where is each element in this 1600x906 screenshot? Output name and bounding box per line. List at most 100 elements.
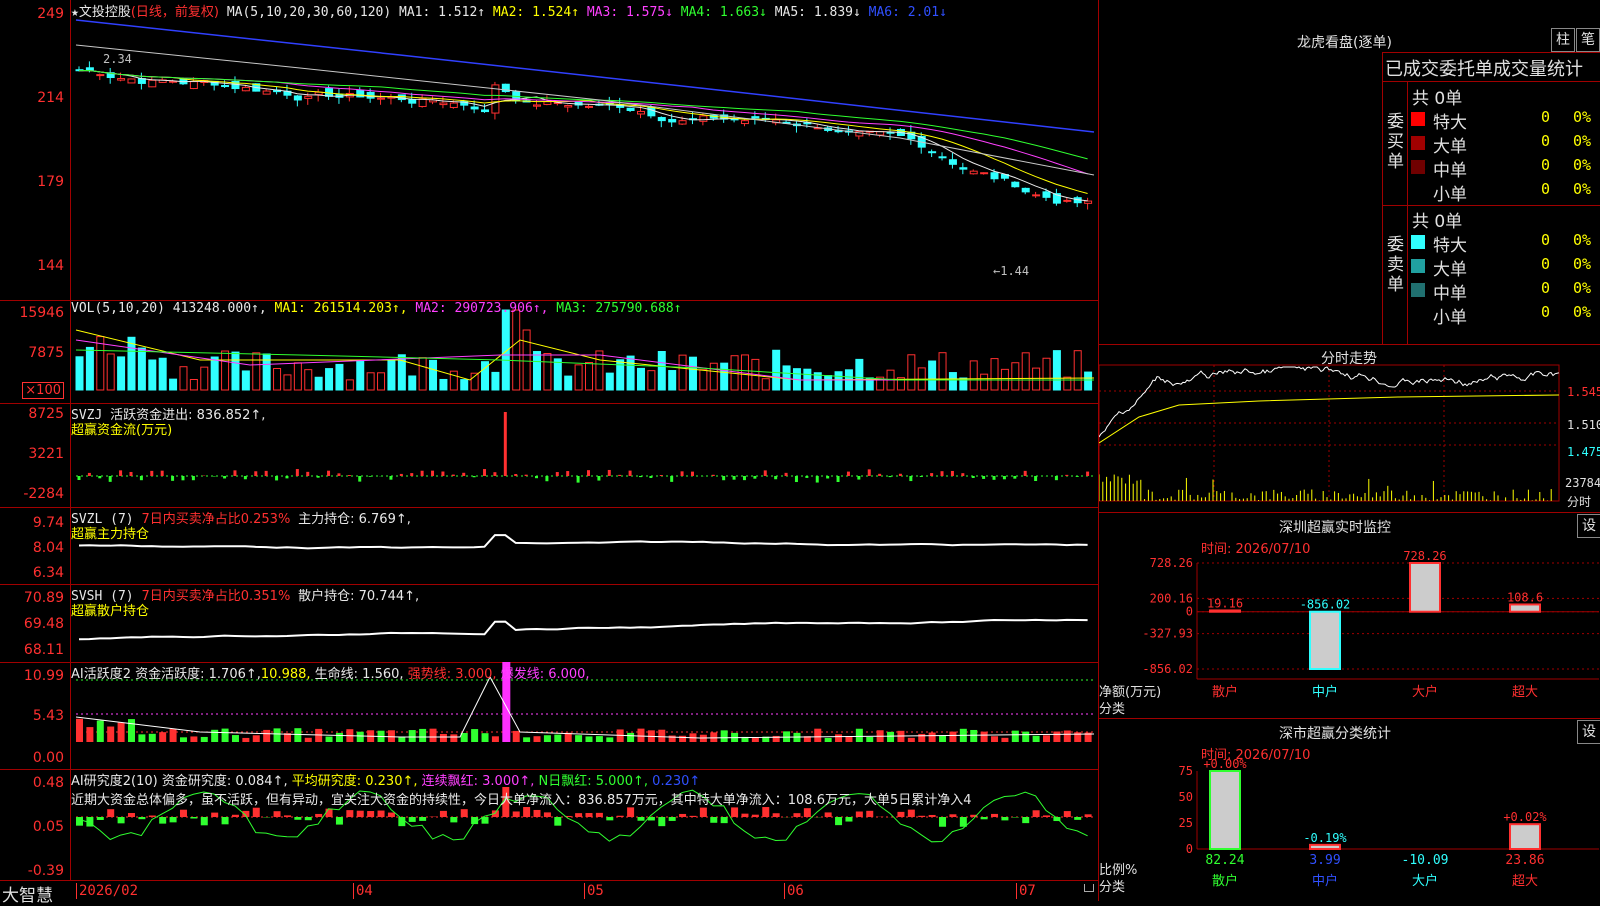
sell-section: 委卖单 共 0单 特大00%大单00%中单00%小单00% [1383,205,1600,345]
research-bar [97,817,104,820]
fenshi-panel[interactable]: 分时走势 1.545 1.510 1.475 23784 分时 [1098,344,1600,513]
research-bar [689,816,696,817]
active-bar [1012,731,1019,742]
longhu-table: 已成交委托单成交量统计 委买单 共 0单 特大00%大单00%中单00%小单00… [1382,52,1600,345]
active-bar [149,734,156,742]
research-bar [981,817,988,819]
volume-bar [253,353,260,390]
volume-bar [1022,353,1029,390]
date-tick: 2026/02 [76,883,138,899]
volume-bar [419,358,426,390]
research-bar [835,817,842,825]
volume-bar [211,357,218,390]
volume-bar [856,359,863,390]
research-bar [1085,814,1092,817]
active-bar [752,737,759,742]
research-bar [991,814,998,817]
active-bar [908,738,915,742]
svzl-panel[interactable]: 9.74 8.04 6.34 SVZL (7) 7日内买卖净占比0.253% 主… [0,507,1098,585]
research-bar [128,813,135,817]
volume-bar [679,355,686,390]
candle [419,99,426,106]
research-bar [211,813,218,817]
research-bar [918,816,925,817]
kline-area[interactable]: 249 214 179 144 ★文投控股(日线，前复权) MA(5,10,20… [0,0,1098,880]
stock-name[interactable]: ★文投控股 [71,5,131,20]
sz-monitor-panel[interactable]: 深圳超赢实时监控 设 时间: 2026/07/10 728.26200.160-… [1098,512,1600,719]
tick-mode-button[interactable]: 笔 [1576,28,1600,52]
active-bar [523,737,530,742]
active-bar [710,732,717,742]
active-bar [180,737,187,742]
research-bar [326,809,333,817]
active-bar [263,730,270,742]
active-bar [274,728,281,742]
volume-bar [409,376,416,390]
sell-side-label: 委卖单 [1387,235,1405,295]
ma60-line [76,45,1094,175]
active-bar [450,734,457,742]
category-label: 中户 [1312,684,1338,700]
volume-bar [908,355,915,390]
fenshi-price-label: 1.475 [1567,445,1600,459]
candle [1022,188,1029,192]
category-label: 散户 [1212,873,1238,889]
volume-stat-row: 特大00% [1411,231,1600,253]
ai-active-a: 资金活跃度: 1.706↑, [135,667,261,682]
volume-bar [388,361,395,390]
active-bar [575,735,582,742]
volume-bar [1012,363,1019,390]
volume-bar [586,363,593,390]
volume-stat-row: 特大00% [1411,108,1600,130]
active-bar [721,730,728,742]
research-bar [149,815,156,817]
ai-research-b: 平均研究度: 0.230↑, [292,774,418,789]
sz-class-panel[interactable]: 深市超赢分类统计 设 时间: 2026/07/10 7550250+0.00%8… [1098,718,1600,901]
active-bar [232,735,239,742]
date-axis[interactable]: 大智慧 2026/02 04 05 06 07 [0,880,1098,901]
divider [1407,205,1408,345]
sz-monitor-xlabel: 分类 [1099,698,1125,717]
research-bar [190,817,197,819]
candle [700,116,707,121]
ma120-line [76,20,1094,132]
row-percent: 0% [1573,180,1591,198]
price-panel[interactable]: 249 214 179 144 ★文投控股(日线，前复权) MA(5,10,20… [0,0,1098,301]
candle [752,117,759,118]
ai-active-b: 10.988, [261,667,311,682]
ai-research-panel[interactable]: 0.48 0.05 -0.39 AI研究度2(10) 资金研究度: 0.084↑… [0,769,1098,880]
candle [1033,195,1040,196]
volume-bar [1033,368,1040,390]
research-bar [419,817,426,821]
candle [149,80,156,87]
volume-bar [180,367,187,390]
longhu-panel[interactable]: 龙虎看盘(逐单) 柱 笔 已成交委托单成交量统计 委买单 共 0单 特大00%大… [1098,0,1600,344]
svzj-panel[interactable]: 8725 3221 -2284 SVZJ 活跃资金进出: 836.852↑, 超… [0,403,1098,508]
bar-value-label: 3.99 [1309,853,1340,868]
candle [1064,200,1071,201]
svsh-panel[interactable]: 70.89 69.48 68.11 SVSH (7) 7日内买卖净占比0.351… [0,584,1098,663]
volume-bar [1043,358,1050,390]
research-bar [949,814,956,817]
volume-bar [825,376,832,390]
color-swatch [1411,283,1425,297]
volume-bar [294,363,301,390]
bar-mode-button[interactable]: 柱 [1551,28,1575,52]
active-bar [835,734,842,742]
volume-panel[interactable]: 15946 7875 ×100 VOL(5,10,20) 413248.000↑… [0,300,1098,404]
volume-bar [86,347,93,390]
volume-bar [232,352,239,390]
row-label: 特大 [1433,108,1467,133]
row-percent: 0% [1573,279,1591,297]
volume-stat-row: 小单00% [1411,303,1600,325]
research-bar [617,816,624,817]
row-label: 中单 [1433,156,1467,181]
lock-icon[interactable] [1084,884,1094,892]
research-bar [378,811,385,817]
candle [305,96,312,98]
research-bar [118,817,125,823]
category-label: 散户 [1212,684,1238,700]
research-bar [534,810,541,817]
research-bar [409,817,416,822]
ai-active-panel[interactable]: 10.99 5.43 0.00 AI活跃度2 资金活跃度: 1.706↑,10.… [0,662,1098,770]
